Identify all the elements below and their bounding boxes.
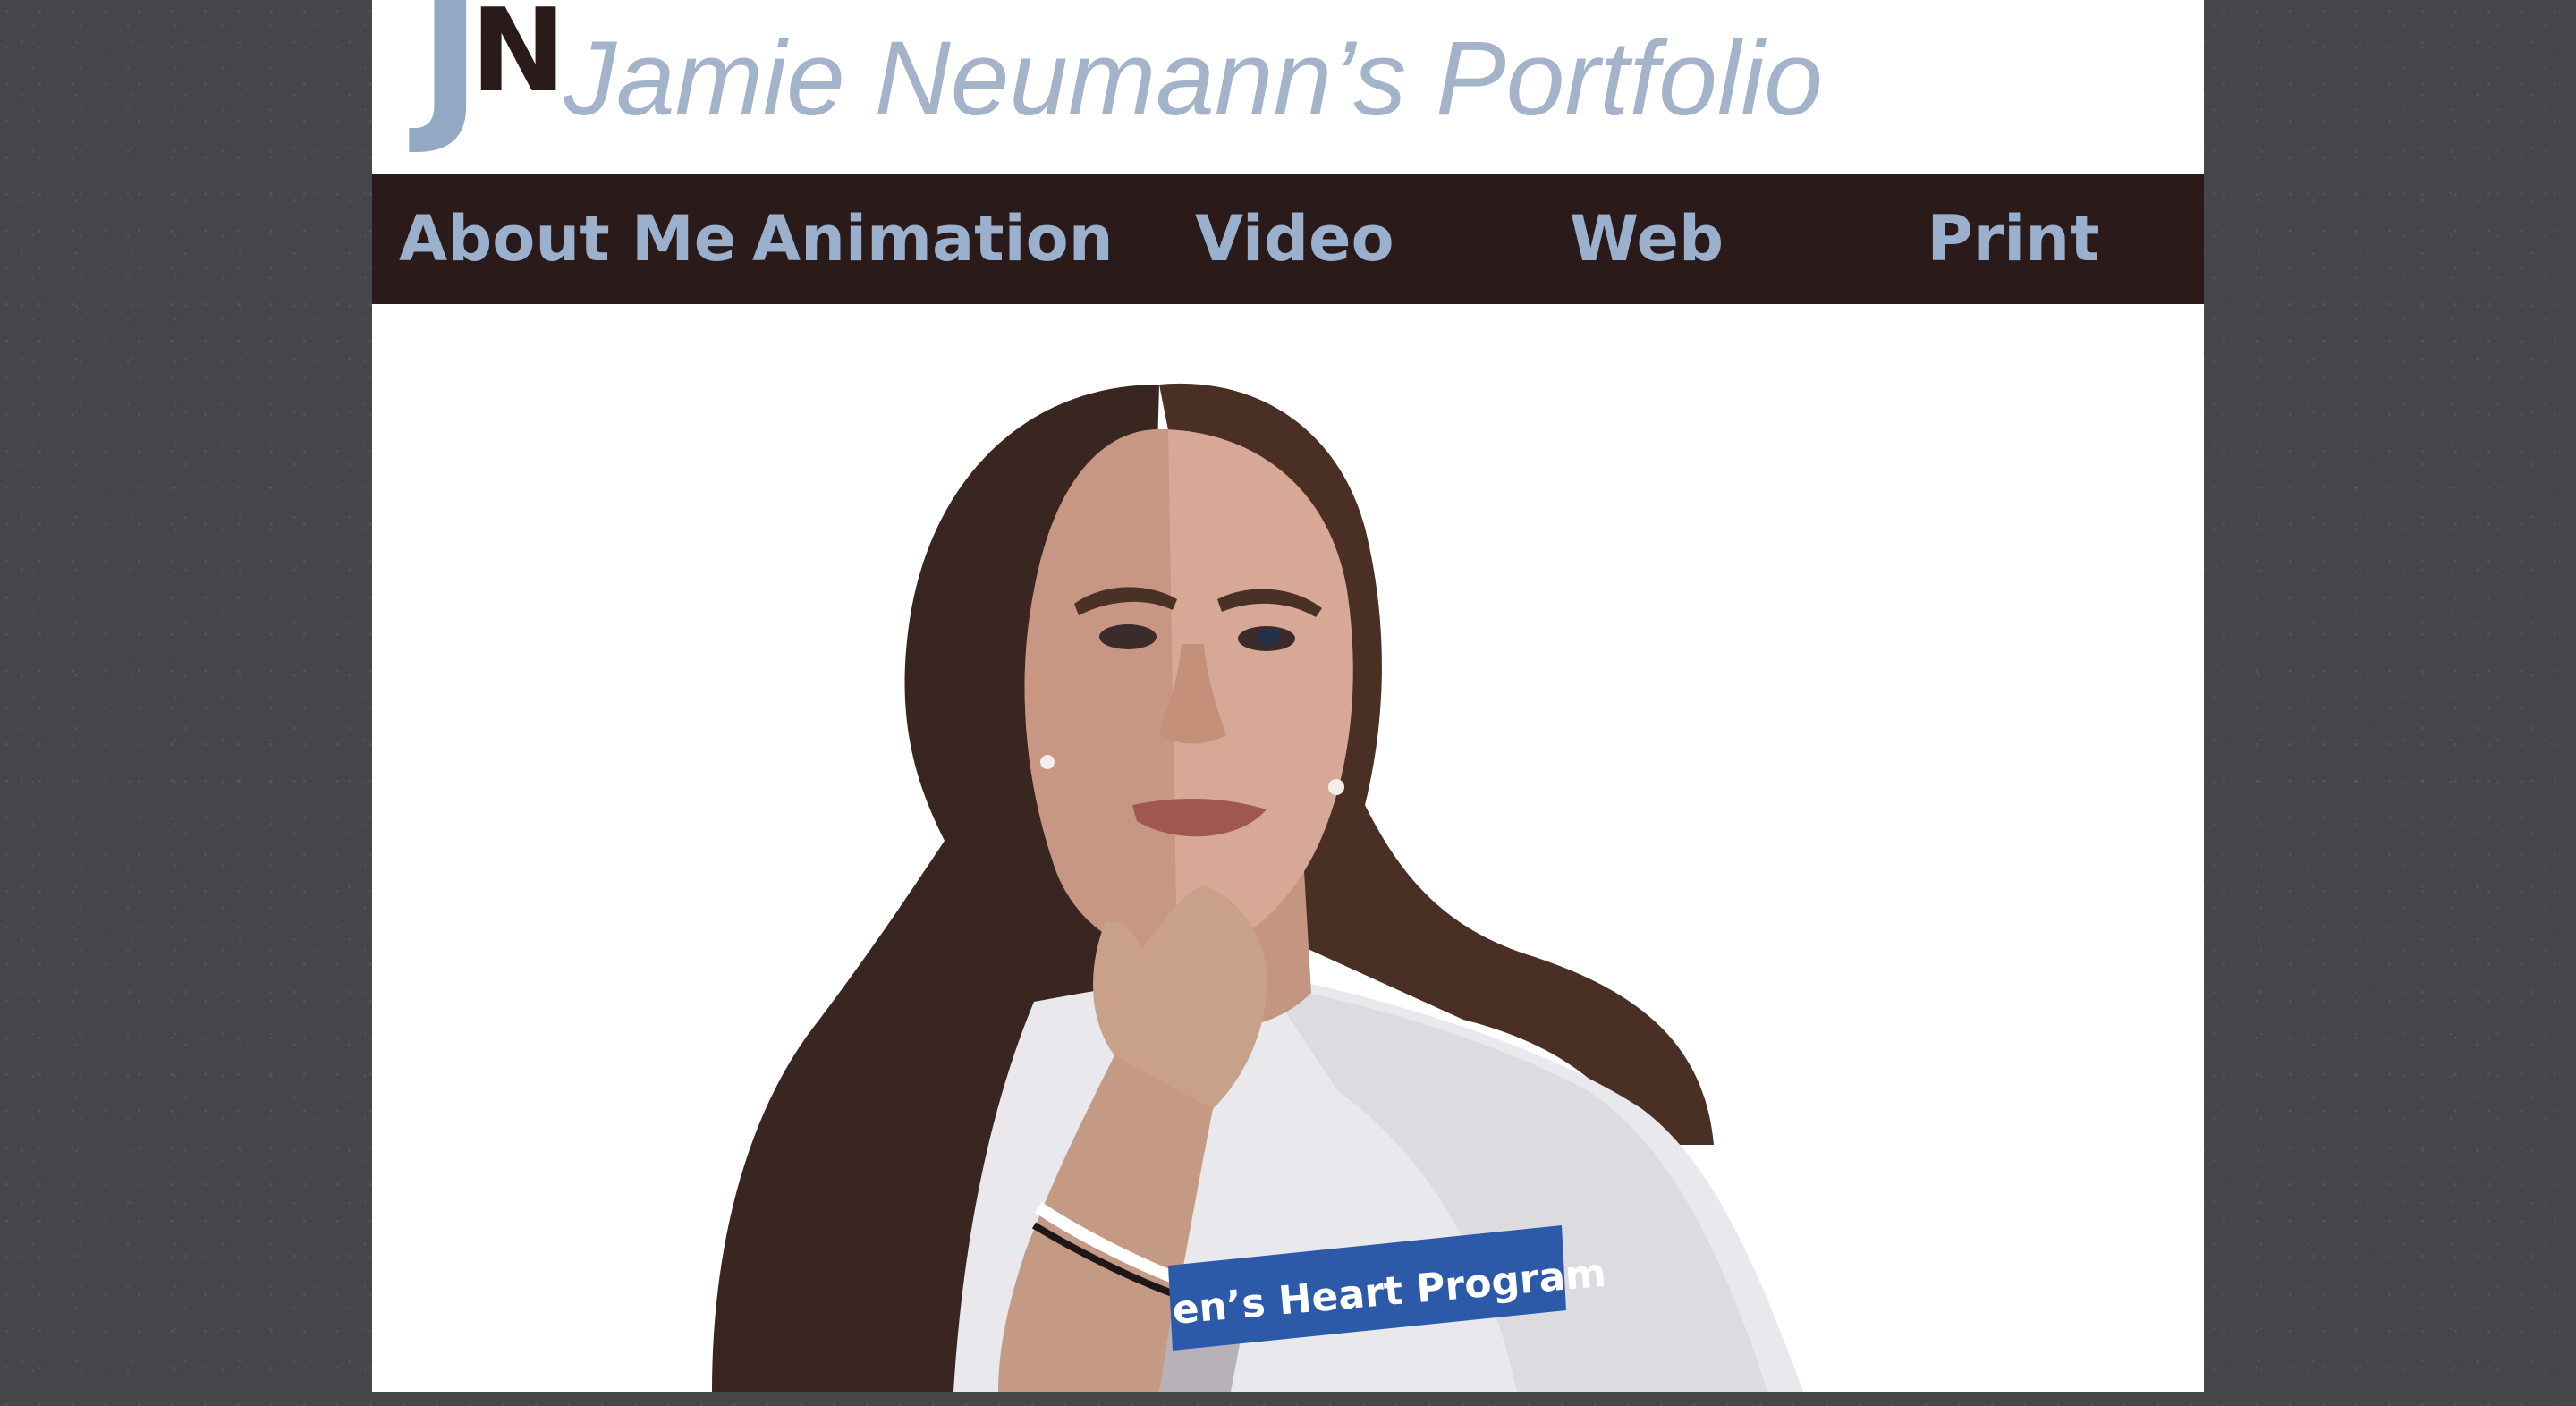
nav-animation-link[interactable]: Animation (752, 174, 1114, 304)
site-header: J N Jamie Neumann’s Portfolio (372, 0, 2204, 174)
site-logo[interactable]: J N (372, 0, 566, 161)
logo-letter-n: N (470, 0, 567, 118)
main-nav: About Me Animation Video Web Print (372, 174, 2204, 304)
nav-video-link[interactable]: Video (1195, 174, 1394, 304)
nav-web-link[interactable]: Web (1566, 174, 1727, 304)
site-title: Jamie Neumann’s Portfolio (564, 20, 1823, 138)
hero-section: en’s Heart Program (372, 304, 2204, 1392)
nav-print-link[interactable]: Print (1924, 174, 2103, 304)
nav-about-me-link[interactable]: About Me (399, 174, 736, 304)
page-container: J N Jamie Neumann’s Portfolio About Me A… (372, 0, 2204, 1392)
portrait-illustration: en’s Heart Program (712, 383, 1803, 1392)
logo-letter-j: J (419, 0, 482, 158)
